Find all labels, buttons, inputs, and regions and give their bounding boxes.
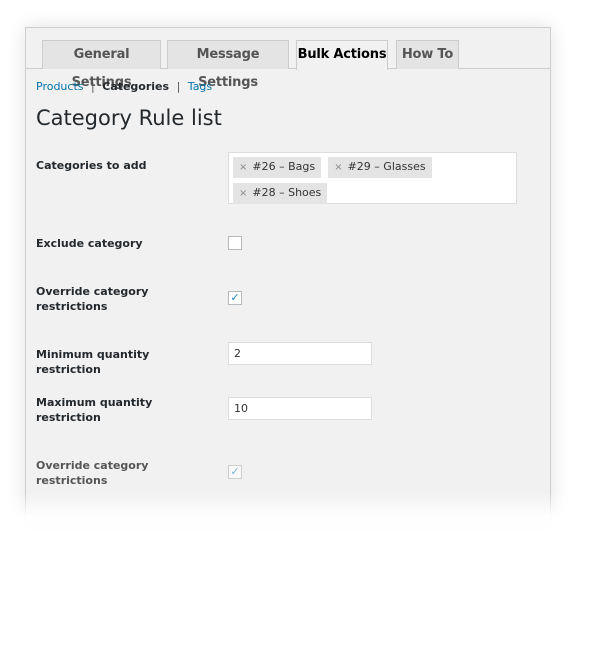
exclude-label: Exclude category (36, 237, 143, 250)
category-chip: × #26 – Bags (233, 157, 322, 178)
subnav-products[interactable]: Products (36, 80, 84, 93)
remove-icon[interactable]: × (334, 162, 342, 173)
override-checkbox[interactable]: ✓ (228, 291, 242, 305)
subnav: Products | Categories | Tags (36, 80, 212, 93)
subnav-categories: Categories (102, 80, 170, 93)
tab-how-to[interactable]: How To (396, 40, 459, 69)
category-chip: × #28 – Shoes (233, 183, 328, 204)
override-label: Override category restrictions (36, 285, 149, 313)
max-qty-input[interactable]: 10 (228, 397, 372, 420)
separator: | (91, 80, 95, 93)
remove-icon[interactable]: × (239, 188, 247, 199)
chip-label: #28 – Shoes (252, 186, 322, 199)
remove-icon[interactable]: × (239, 162, 247, 173)
tab-bulk-actions[interactable]: Bulk Actions (296, 40, 388, 70)
exclude-checkbox[interactable] (228, 236, 242, 250)
override-label-2: Override category restrictions (36, 459, 149, 487)
tab-message-settings[interactable]: Message Settings (167, 40, 289, 90)
categories-select[interactable]: × #26 – Bags × #29 – Glasses × #28 – Shoes (228, 152, 517, 204)
min-qty-label: Minimum quantity restriction (36, 348, 150, 376)
check-icon: ✓ (230, 291, 240, 304)
settings-panel: General Settings Message Settings Bulk A… (25, 27, 551, 527)
check-icon: ✓ (230, 465, 240, 478)
tab-general-settings[interactable]: General Settings (42, 40, 161, 90)
subnav-tags[interactable]: Tags (188, 80, 212, 93)
page-title: Category Rule list (36, 106, 222, 130)
min-qty-input[interactable]: 2 (228, 342, 372, 365)
max-qty-label: Maximum quantity restriction (36, 396, 153, 424)
override-checkbox-2[interactable]: ✓ (228, 465, 242, 479)
separator: | (176, 80, 181, 93)
fade-overlay (0, 492, 600, 650)
category-chip: × #29 – Glasses (328, 157, 432, 178)
chip-label: #29 – Glasses (347, 160, 426, 173)
categories-label: Categories to add (36, 159, 147, 172)
chip-label: #26 – Bags (252, 160, 316, 173)
